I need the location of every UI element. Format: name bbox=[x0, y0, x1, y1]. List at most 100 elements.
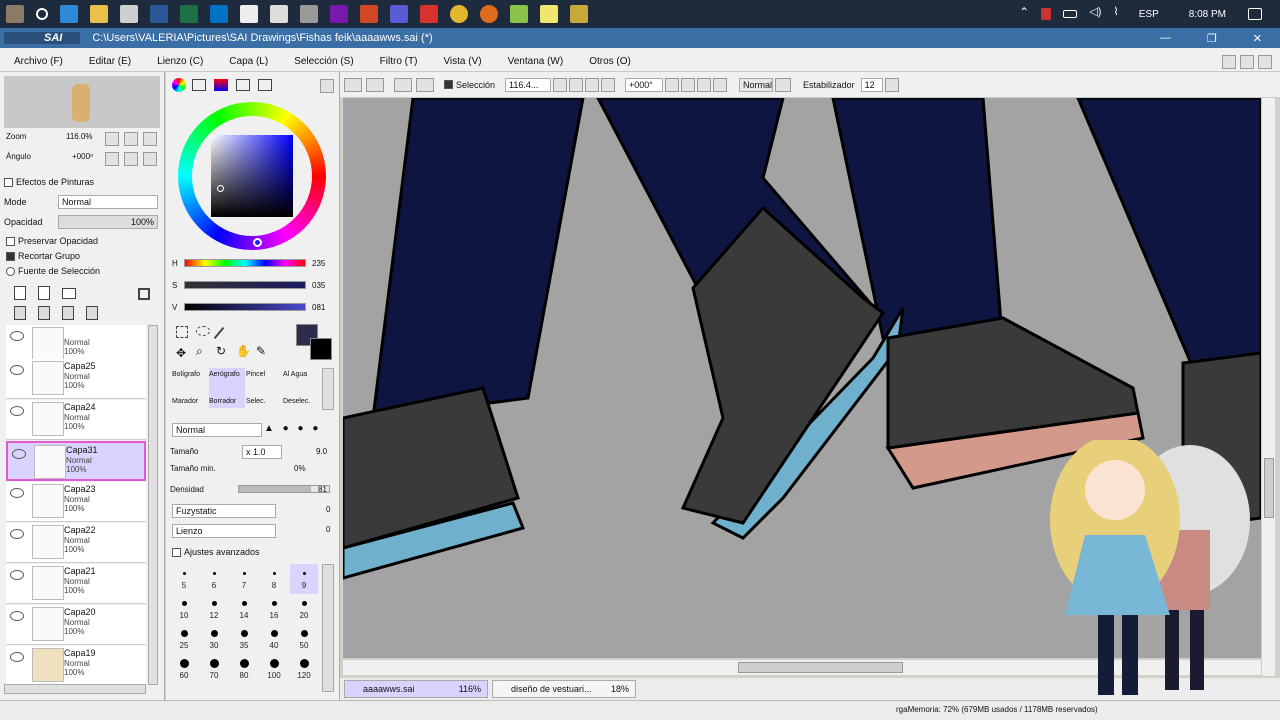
hsv-slider-tab-icon[interactable] bbox=[214, 79, 228, 91]
magic-wand-icon[interactable] bbox=[213, 326, 225, 340]
invert-selection-button[interactable] bbox=[416, 77, 434, 92]
layer-scrollbar[interactable] bbox=[148, 325, 158, 685]
network-icon[interactable]: ⌇ bbox=[1113, 5, 1118, 23]
brush-size-cell[interactable]: 20 bbox=[290, 594, 318, 624]
saturation-slider[interactable] bbox=[184, 281, 306, 289]
powerpoint-icon[interactable] bbox=[360, 5, 378, 23]
trash-icon[interactable] bbox=[86, 306, 98, 320]
texture-1-value[interactable]: 0 bbox=[326, 505, 330, 514]
shield-icon[interactable] bbox=[1041, 8, 1052, 20]
rotate-right-button[interactable] bbox=[681, 77, 696, 92]
eye-icon[interactable] bbox=[12, 449, 26, 459]
scratchpad-tab-icon[interactable] bbox=[258, 79, 272, 91]
zoom-reset-button[interactable] bbox=[601, 77, 616, 92]
menu-ventana[interactable]: Ventana (W) bbox=[508, 56, 564, 67]
menu-otros[interactable]: Otros (O) bbox=[589, 56, 631, 67]
layer-row[interactable]: Capa20 Normal 100% bbox=[6, 605, 146, 645]
menu-capa[interactable]: Capa (L) bbox=[229, 56, 268, 67]
layer-row[interactable]: Capa24 Normal 100% bbox=[6, 400, 146, 440]
dropbox-icon[interactable] bbox=[270, 5, 288, 23]
search-icon[interactable] bbox=[36, 8, 48, 20]
hue-slider[interactable] bbox=[184, 259, 306, 267]
brush-size-cell[interactable]: 9 bbox=[290, 564, 318, 594]
layer-menu-icon[interactable] bbox=[138, 288, 150, 300]
saturation-value-square[interactable] bbox=[211, 135, 293, 217]
texture-2-value[interactable]: 0 bbox=[326, 525, 330, 534]
brush-size-cell[interactable]: 10 bbox=[170, 594, 198, 624]
eye-icon[interactable] bbox=[10, 365, 24, 375]
doc-tab[interactable]: diseño de vestuari... 18% bbox=[492, 680, 636, 698]
chrome-icon[interactable] bbox=[450, 5, 468, 23]
view-mode-field[interactable]: Normal bbox=[739, 77, 774, 92]
stabilizer-field[interactable]: 12 bbox=[860, 77, 883, 92]
panel-menu-button[interactable] bbox=[320, 79, 334, 93]
sai-icon[interactable] bbox=[510, 5, 528, 23]
transfer-layer-icon[interactable] bbox=[62, 306, 74, 320]
layer-row[interactable]: Capa22 Normal 100% bbox=[6, 523, 146, 563]
hand-icon[interactable]: ✋ bbox=[236, 344, 251, 358]
lasso-icon[interactable] bbox=[196, 326, 210, 336]
notification-icon[interactable] bbox=[1248, 8, 1262, 20]
opacity-slider[interactable]: 100% bbox=[58, 215, 158, 229]
value-slider[interactable] bbox=[184, 303, 306, 311]
hue-ring[interactable] bbox=[178, 102, 326, 250]
brush-shape-icons[interactable]: ▲ ● ● ● bbox=[264, 423, 321, 434]
move-icon[interactable]: ✥ bbox=[176, 346, 186, 360]
menu-lienzo[interactable]: Lienzo (C) bbox=[157, 56, 203, 67]
minimize-button[interactable]: — bbox=[1160, 32, 1171, 44]
new-linework-icon[interactable] bbox=[38, 286, 50, 300]
app-icon[interactable] bbox=[390, 5, 408, 23]
menu-filtro[interactable]: Filtro (T) bbox=[380, 56, 418, 67]
brush-size-cell[interactable]: 30 bbox=[200, 624, 228, 654]
eye-icon[interactable] bbox=[10, 331, 24, 341]
eye-icon[interactable] bbox=[10, 652, 24, 662]
brush-size-cell[interactable]: 25 bbox=[170, 624, 198, 654]
rotate-reset-button[interactable] bbox=[143, 152, 157, 166]
advanced-settings-toggle[interactable]: Ajustes avanzados bbox=[172, 547, 260, 558]
selection-source-checkbox[interactable]: Fuente de Selección bbox=[6, 266, 100, 277]
view-mode-button[interactable] bbox=[775, 77, 792, 92]
brush-size-cell[interactable]: 80 bbox=[230, 654, 258, 684]
language-indicator[interactable]: ESP bbox=[1139, 9, 1159, 20]
new-layer-icon[interactable] bbox=[14, 286, 26, 300]
clock[interactable]: 8:08 PM bbox=[1189, 9, 1226, 20]
rect-select-icon[interactable] bbox=[176, 326, 188, 338]
volume-icon[interactable]: ◁) bbox=[1089, 5, 1101, 23]
zoom-reset-button[interactable] bbox=[143, 132, 157, 146]
layer-row[interactable]: Capa25 Normal 100% bbox=[6, 359, 146, 399]
doc-tab-active[interactable]: aaaawws.sai 116% bbox=[344, 680, 488, 698]
clip-group-checkbox[interactable]: Recortar Grupo bbox=[6, 251, 80, 262]
layer-row[interactable]: Capa23 Normal 100% bbox=[6, 482, 146, 522]
brush-size-cell[interactable]: 7 bbox=[230, 564, 258, 594]
restore-button[interactable]: ❐ bbox=[1207, 32, 1217, 45]
secondary-color-swatch[interactable] bbox=[310, 338, 332, 360]
texture-select-1[interactable]: Fuzystatic bbox=[172, 504, 276, 518]
brush-size-cell[interactable]: 100 bbox=[260, 654, 288, 684]
brush-size-cell[interactable]: 8 bbox=[260, 564, 288, 594]
excel-icon[interactable] bbox=[180, 5, 198, 23]
brush-size-cell[interactable]: 50 bbox=[290, 624, 318, 654]
redo-button[interactable] bbox=[366, 77, 384, 92]
layer-row[interactable]: Capa19 Normal 100% bbox=[6, 646, 146, 685]
min-size-value[interactable]: 0% bbox=[294, 464, 306, 473]
layer-row[interactable]: Capa21 Normal 100% bbox=[6, 564, 146, 604]
brush-size-cell[interactable]: 35 bbox=[230, 624, 258, 654]
brush-label[interactable]: Borrador bbox=[209, 398, 236, 405]
app-icon[interactable] bbox=[300, 5, 318, 23]
app-icon[interactable] bbox=[570, 5, 588, 23]
rotate-right-button[interactable] bbox=[124, 152, 138, 166]
size-value[interactable]: 9.0 bbox=[316, 447, 327, 456]
word-icon[interactable] bbox=[150, 5, 168, 23]
selection-checkbox[interactable] bbox=[444, 80, 453, 89]
angle-value[interactable]: +000ᵒ bbox=[72, 152, 93, 161]
brush-size-cell[interactable]: 14 bbox=[230, 594, 258, 624]
mode-select[interactable]: Normal bbox=[58, 195, 158, 209]
brush-size-cell[interactable]: 5 bbox=[170, 564, 198, 594]
panel-layout-button[interactable] bbox=[1222, 54, 1236, 69]
zoom-out-button[interactable] bbox=[553, 77, 568, 92]
eye-icon[interactable] bbox=[10, 570, 24, 580]
brush-grid-scrollbar[interactable] bbox=[322, 368, 334, 410]
density-slider[interactable] bbox=[238, 485, 330, 493]
chevron-up-icon[interactable]: ⌃ bbox=[1019, 5, 1029, 23]
rotate-left-button[interactable] bbox=[665, 77, 680, 92]
